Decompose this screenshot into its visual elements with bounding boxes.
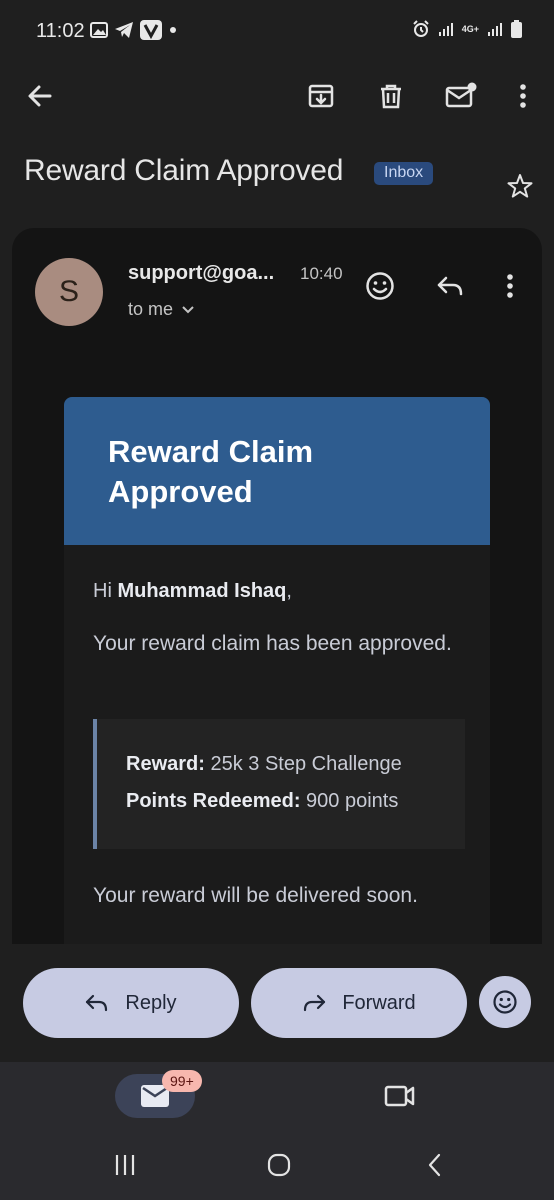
recent-apps-button[interactable] — [108, 1148, 142, 1182]
archive-button[interactable] — [303, 78, 339, 114]
star-icon — [506, 172, 534, 200]
back-button[interactable] — [22, 78, 58, 114]
star-button[interactable] — [500, 166, 540, 206]
recipient-details-toggle[interactable]: to me — [128, 299, 195, 320]
reward-value: 25k 3 Step Challenge — [204, 753, 402, 775]
gallery-icon — [90, 21, 108, 39]
reply-button[interactable]: Reply — [23, 968, 239, 1038]
points-value: 900 points — [300, 790, 399, 812]
more-options-button[interactable] — [505, 78, 541, 114]
subject-title: Reward Claim Approved — [24, 154, 344, 187]
v-app-icon — [140, 20, 162, 40]
email-banner-title: Reward Claim Approved — [108, 434, 314, 509]
more-vert-icon — [519, 83, 527, 109]
meet-tab[interactable] — [380, 1078, 420, 1114]
reply-icon — [436, 275, 464, 297]
reward-row: Reward: 25k 3 Step Challenge — [126, 753, 402, 776]
react-emoji-button[interactable] — [360, 266, 400, 306]
system-back-button[interactable] — [418, 1148, 452, 1182]
network-type-label: 4G+ — [461, 24, 479, 34]
message-more-button[interactable] — [490, 266, 530, 306]
reward-details-box: Reward: 25k 3 Step Challenge Points Rede… — [93, 719, 465, 849]
more-vert-icon — [506, 273, 514, 299]
avatar[interactable]: S — [35, 258, 103, 326]
email-greeting: Hi Muhammad Ishaq, — [93, 580, 292, 603]
inbox-label-chip[interactable]: Inbox — [374, 162, 434, 185]
trash-icon — [377, 82, 405, 110]
sender-name[interactable]: support@goa... — [128, 262, 274, 285]
email-paragraph-2: Your reward will be delivered soon. — [93, 884, 418, 907]
recipient-label: to me — [128, 299, 174, 319]
reply-icon — [85, 994, 109, 1012]
emoji-reaction-button[interactable] — [479, 976, 531, 1028]
points-label: Points Redeemed: — [126, 790, 301, 812]
battery-icon — [511, 20, 522, 38]
greeting-suffix: , — [286, 580, 292, 602]
status-right-icons: 4G+ — [412, 20, 522, 38]
alarm-icon — [412, 20, 430, 38]
telegram-icon — [114, 21, 134, 39]
status-time: 11:02 — [36, 20, 85, 42]
points-row: Points Redeemed: 900 points — [126, 790, 398, 813]
chevron-down-icon — [181, 305, 195, 315]
signal-icon-2 — [487, 21, 503, 37]
reply-label: Reply — [125, 991, 177, 1014]
recent-apps-icon — [113, 1153, 137, 1177]
notification-dot-icon — [168, 25, 178, 35]
reward-label: Reward: — [126, 753, 205, 775]
status-left-icons — [90, 20, 178, 40]
forward-icon — [302, 994, 326, 1012]
archive-icon — [307, 82, 335, 110]
emoji-icon — [492, 989, 518, 1015]
greeting-name: Muhammad Ishaq — [117, 580, 287, 602]
unread-count-badge: 99+ — [162, 1070, 202, 1092]
signal-icon — [438, 21, 454, 37]
chevron-left-icon — [427, 1152, 443, 1178]
emoji-icon — [365, 271, 395, 301]
forward-button[interactable]: Forward — [251, 968, 467, 1038]
delete-button[interactable] — [373, 78, 409, 114]
arrow-left-icon — [26, 82, 54, 110]
home-icon — [266, 1152, 292, 1178]
home-button[interactable] — [262, 1148, 296, 1182]
mark-unread-button[interactable] — [443, 78, 479, 114]
message-time: 10:40 — [300, 264, 343, 283]
forward-label: Forward — [342, 991, 416, 1014]
email-paragraph-1: Your reward claim has been approved. — [93, 632, 452, 655]
video-camera-icon — [384, 1084, 416, 1108]
mail-unread-icon — [445, 82, 477, 110]
greeting-prefix: Hi — [93, 580, 118, 602]
reply-icon-button[interactable] — [430, 266, 470, 306]
